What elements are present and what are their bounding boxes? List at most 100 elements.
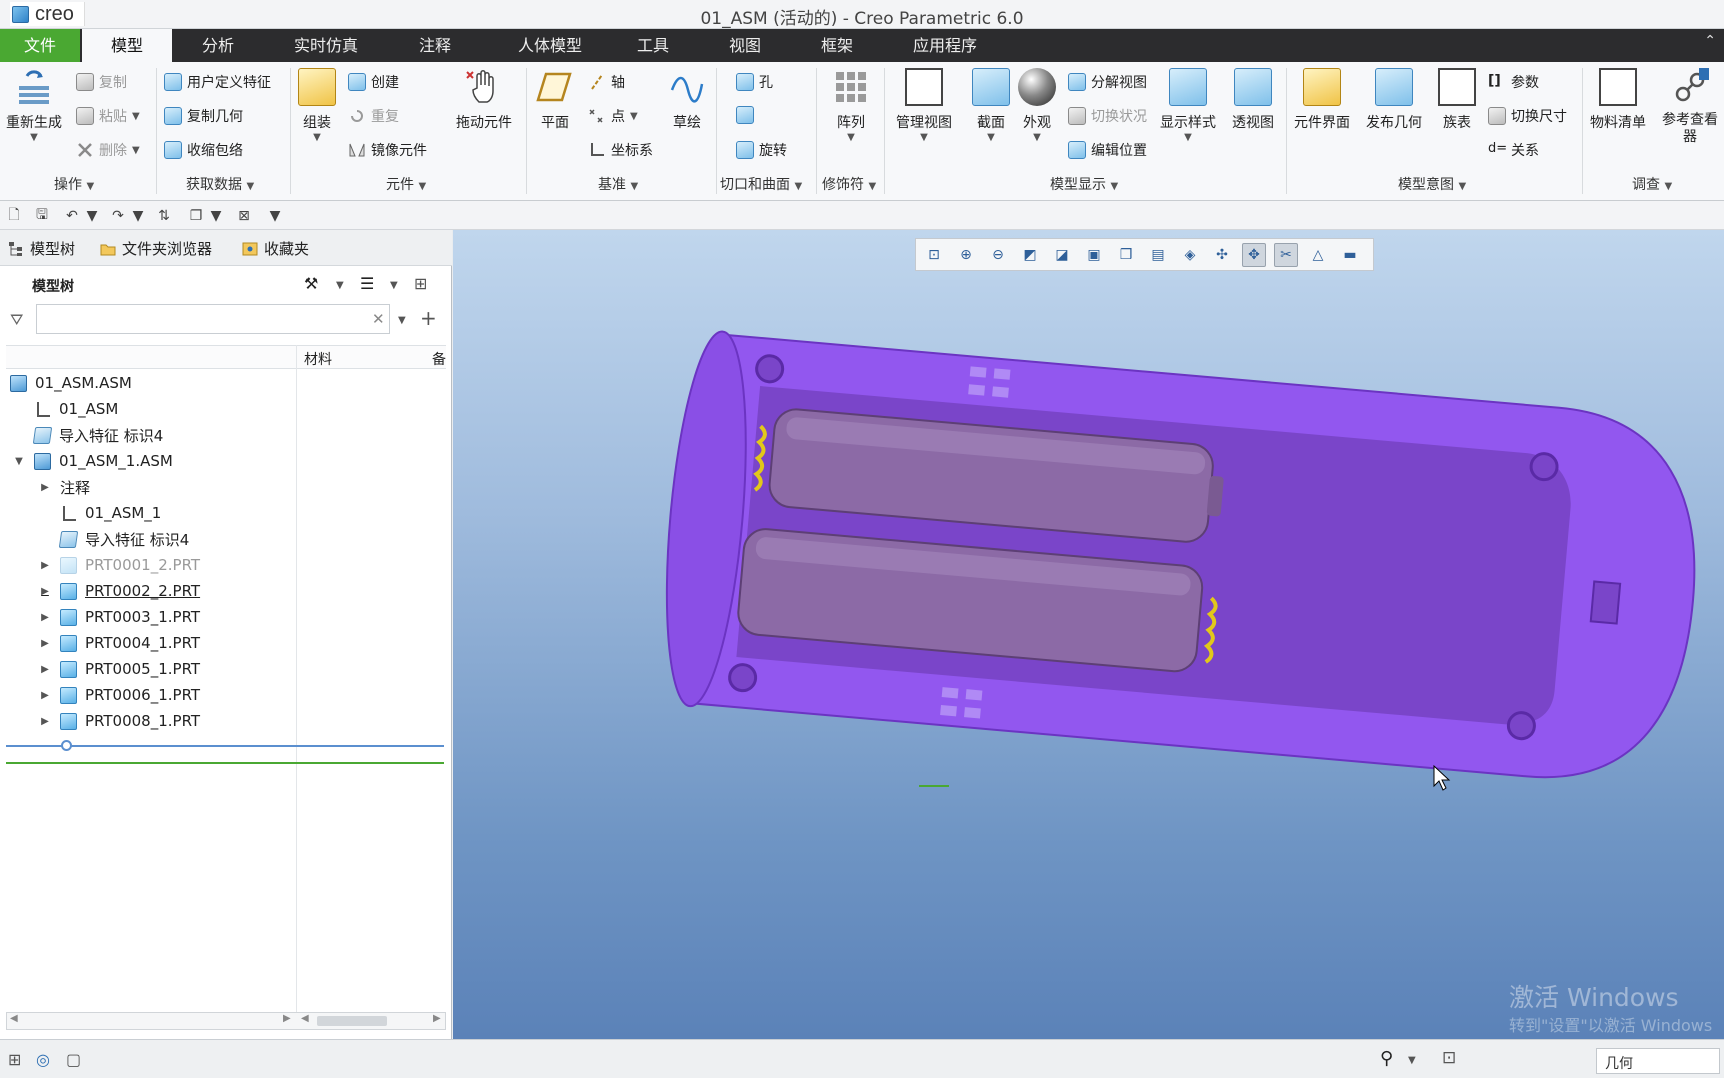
tab-applications[interactable]: 应用程序 (900, 29, 990, 62)
create-button[interactable]: 创建 (348, 72, 399, 92)
tab-model-tree[interactable]: 模型树 (8, 238, 75, 259)
tree-filter-display-icon[interactable]: ⊞ (414, 274, 427, 293)
plane-button[interactable]: 平面 (536, 68, 574, 132)
column-notes[interactable]: 备 (432, 349, 446, 369)
assemble-button[interactable]: 组装 ▼ (298, 68, 336, 143)
tree-row[interactable]: 01_ASM_1 (60, 501, 161, 525)
windows-icon[interactable]: ❐ (186, 206, 206, 225)
sketch-button[interactable]: 草绘 (668, 68, 706, 132)
section-button[interactable]: 截面 ▼ (972, 68, 1010, 143)
graphics-viewport[interactable]: ⊡ ⊕ ⊖ ◩ ◪ ▣ ❒ ▤ ◈ ✣ ✥ ✂ △ ▬ 激活 Windows 转… (453, 230, 1724, 1039)
tree-row[interactable]: 导入特征 标识4 (58, 527, 189, 551)
selection-buffer-icon[interactable]: ⊡ (1442, 1048, 1456, 1068)
tree-row[interactable]: ▶ PRT0003_1.PRT (38, 605, 200, 629)
tree-row[interactable]: ▶ PRT0008_1.PRT (38, 709, 200, 733)
clear-search-icon[interactable]: ✕ (372, 310, 385, 328)
chevron-down-icon[interactable]: ▼ (132, 206, 144, 225)
reference-viewer-button[interactable]: 参考查看器 (1662, 68, 1718, 146)
horizontal-scrollbar[interactable]: ◀ ▶ ◀ ▶ (6, 1012, 446, 1030)
expand-icon[interactable]: ▶ (38, 482, 52, 493)
exploded-view-button[interactable]: 分解视图 (1068, 72, 1147, 92)
edit-position-button[interactable]: 编辑位置 (1068, 140, 1147, 160)
perspective-button[interactable]: 透视图 (1232, 68, 1274, 132)
revolve-button[interactable]: 旋转 (736, 140, 787, 160)
bom-button[interactable]: 物料清单 (1590, 68, 1646, 132)
find-icon[interactable]: ⚲ (1380, 1048, 1393, 1069)
group-datum[interactable]: 基准 ▼ (598, 174, 638, 194)
tree-row[interactable]: ▶ PRT0001_2.PRT (38, 553, 200, 577)
scroll-left-icon[interactable]: ◀ (301, 1013, 309, 1024)
toggle-status-button[interactable]: 切换状况 (1068, 106, 1147, 126)
copy-button[interactable]: 复制 (76, 72, 127, 92)
collapse-ribbon-icon[interactable]: ⌃ (1704, 33, 1716, 49)
tree-row[interactable]: 01_ASM (34, 397, 118, 421)
extrude-button[interactable] (736, 106, 754, 124)
family-table-button[interactable]: 族表 (1438, 68, 1476, 132)
regenerate-small-icon[interactable]: ⇅ (154, 206, 174, 225)
udf-button[interactable]: 用户定义特征 (164, 72, 271, 92)
scroll-thumb[interactable] (317, 1016, 387, 1026)
tree-settings-icon[interactable]: ⚒ (304, 274, 318, 293)
close-window-icon[interactable]: ⊠ (234, 206, 254, 225)
browser-icon[interactable]: ◎ (36, 1050, 50, 1069)
tab-view[interactable]: 视图 (712, 29, 778, 62)
model-tree-search-input[interactable] (36, 304, 390, 334)
tree-row[interactable]: ▼ 01_ASM_1.ASM (12, 449, 173, 473)
expand-icon[interactable]: ▶ (38, 690, 52, 701)
tab-analysis[interactable]: 分析 (180, 29, 256, 62)
group-get-data[interactable]: 获取数据 ▼ (186, 174, 254, 194)
point-button[interactable]: 点 ▼ (588, 106, 638, 126)
group-operations[interactable]: 操作 ▼ (54, 174, 94, 194)
paste-button[interactable]: 粘贴 ▼ (76, 106, 140, 126)
add-filter-icon[interactable]: + (420, 306, 437, 330)
expand-icon[interactable]: ▶ (38, 560, 52, 571)
tree-row[interactable]: ▶ PRT0002_2.PRT (38, 579, 200, 603)
tab-folder-browser[interactable]: 文件夹浏览器 (100, 238, 212, 259)
group-model-display[interactable]: 模型显示 ▼ (1050, 174, 1118, 194)
pattern-button[interactable]: 阵列 ▼ (832, 68, 870, 143)
group-model-intent[interactable]: 模型意图 ▼ (1398, 174, 1466, 194)
column-material[interactable]: 材料 (304, 349, 332, 369)
chevron-down-icon[interactable]: ▼ (1408, 1055, 1416, 1066)
display-style-button[interactable]: 显示样式 ▼ (1160, 68, 1216, 143)
switch-dimensions-button[interactable]: 切换尺寸 (1488, 106, 1567, 126)
expand-icon[interactable]: ▶ (38, 638, 52, 649)
tree-row[interactable]: ▶ 注释 (38, 475, 90, 499)
tree-row[interactable]: 导入特征 标识4 (32, 423, 163, 447)
expand-icon[interactable]: ▶ (38, 664, 52, 675)
scroll-right-icon[interactable]: ▶ (433, 1013, 441, 1024)
expand-icon[interactable]: ▶ (38, 612, 52, 623)
chevron-down-icon[interactable]: ▼ (398, 315, 406, 326)
tab-annotate[interactable]: 注释 (400, 29, 470, 62)
axis-button[interactable]: 轴 (588, 72, 625, 92)
shrinkwrap-button[interactable]: 收缩包络 (164, 140, 243, 160)
publish-geometry-button[interactable]: 发布几何 (1366, 68, 1422, 132)
tree-row[interactable]: ▶ PRT0004_1.PRT (38, 631, 200, 655)
coordinate-system-button[interactable]: 坐标系 (588, 140, 653, 160)
tab-tools[interactable]: 工具 (620, 29, 686, 62)
scroll-left-icon[interactable]: ◀ (10, 1013, 18, 1024)
parameters-button[interactable]: [] 参数 (1488, 72, 1539, 92)
chevron-down-icon[interactable]: ▼ (86, 206, 98, 225)
show-navigator-icon[interactable]: ⊞ (8, 1050, 21, 1069)
tab-framework[interactable]: 框架 (804, 29, 870, 62)
group-modifiers[interactable]: 修饰符 ▼ (822, 174, 876, 194)
component-interface-button[interactable]: 元件界面 (1294, 68, 1350, 132)
tree-row[interactable]: ▶ PRT0006_1.PRT (38, 683, 200, 707)
relations-button[interactable]: d= 关系 (1488, 140, 1539, 160)
tree-row[interactable]: 01_ASM.ASM (10, 371, 132, 395)
undo-icon[interactable]: ↶ (62, 206, 82, 225)
appearance-button[interactable]: 外观 ▼ (1018, 68, 1056, 143)
group-cut-surface[interactable]: 切口和曲面 ▼ (720, 174, 802, 194)
chevron-down-icon[interactable]: ▼ (210, 206, 222, 225)
manage-views-button[interactable]: 管理视图 ▼ (896, 68, 952, 143)
hole-button[interactable]: 孔 (736, 72, 773, 92)
delete-button[interactable]: 删除 ▼ (76, 140, 140, 160)
save-icon[interactable]: 🖫 (32, 206, 52, 225)
mirror-component-button[interactable]: 镜像元件 (348, 140, 427, 160)
assembly-model[interactable] (453, 230, 1724, 1039)
tab-live-simulation[interactable]: 实时仿真 (278, 29, 374, 62)
chevron-down-icon[interactable]: ▼ (390, 280, 398, 291)
tree-row[interactable]: ▶ PRT0005_1.PRT (38, 657, 200, 681)
selection-filter[interactable]: 几何 (1596, 1048, 1720, 1074)
